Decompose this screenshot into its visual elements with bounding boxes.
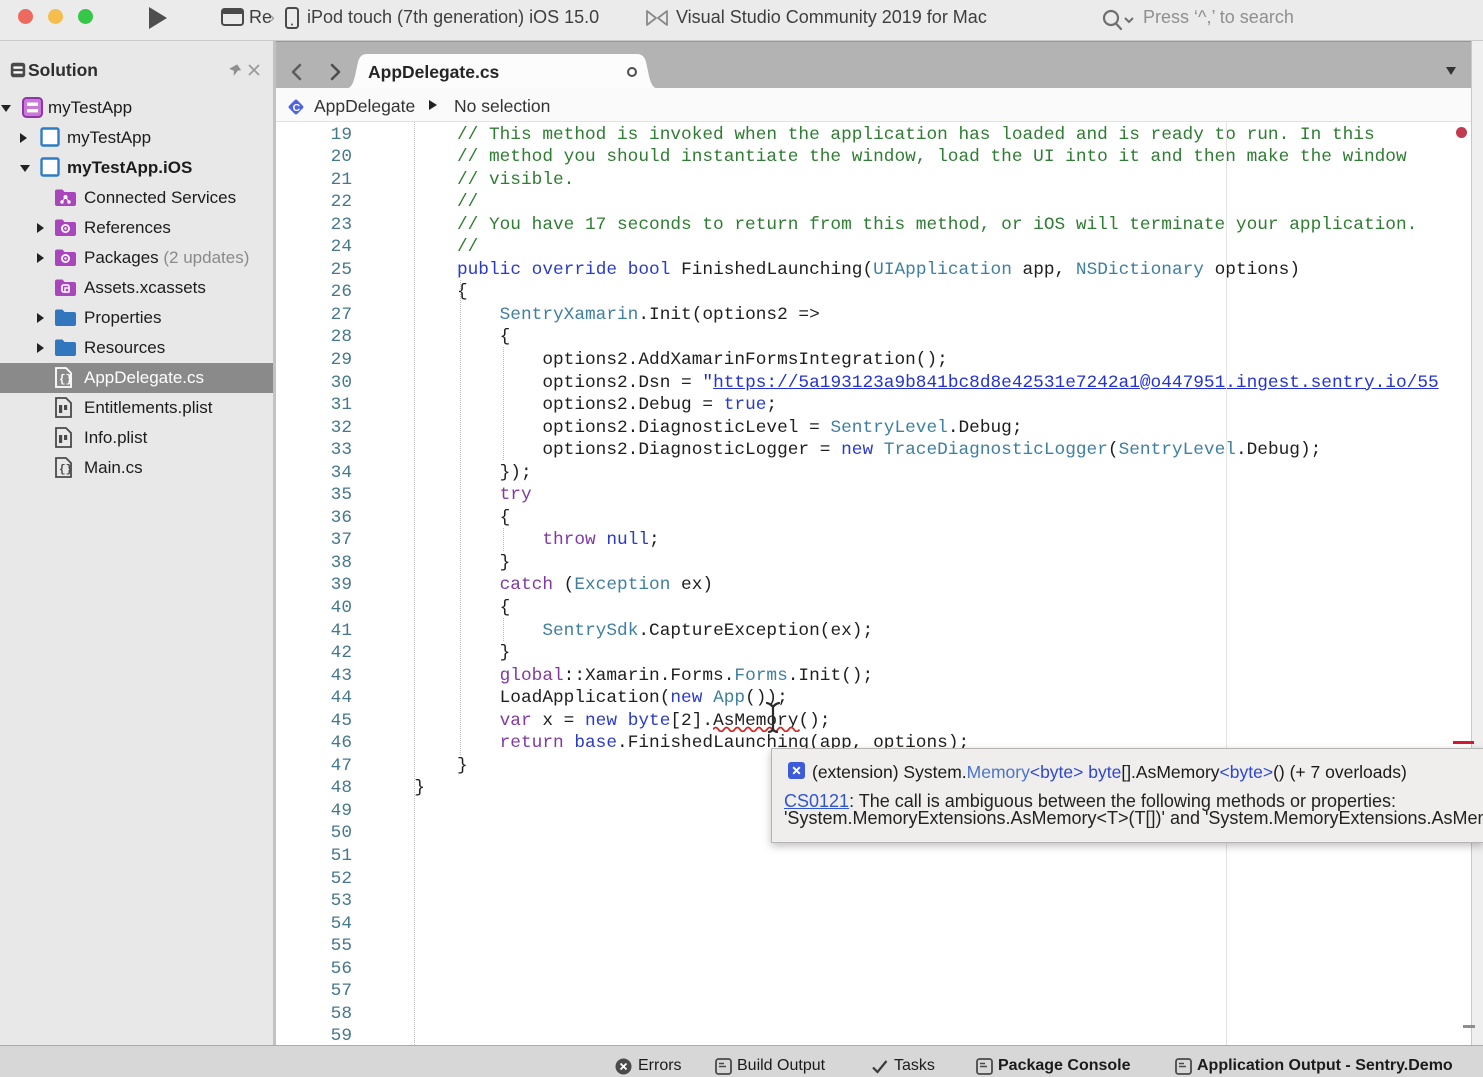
svg-text:{}: {} <box>59 464 72 476</box>
svg-text:C: C <box>293 102 301 114</box>
svg-text:{}: {} <box>59 374 72 386</box>
